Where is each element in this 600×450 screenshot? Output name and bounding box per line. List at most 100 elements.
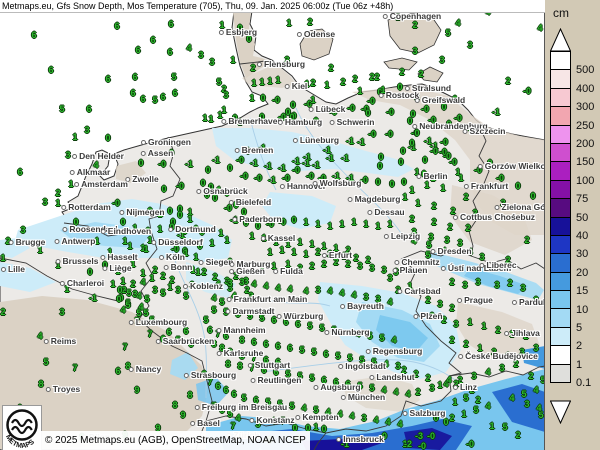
temp-value: 0 [87,267,92,277]
city-label: Lille [1,264,25,274]
temp-value: -1 [424,136,432,146]
temp-value: 6 [263,339,268,349]
city-label: Innsbruck [336,434,384,444]
legend-tick-label: 30 [576,248,588,260]
city-label: Berlin [416,171,447,181]
temp-value: 3 [439,55,444,65]
temp-value: 3 [65,150,70,160]
city-label: Zwolle [125,174,158,184]
city-label: Konstanz [249,415,294,425]
temp-value: 5 [502,422,507,432]
temp-value: 1 [291,247,296,257]
city-label: Freiburg im Breisgau [195,402,288,412]
legend-tick-label: 15 [576,285,588,297]
temp-value: 0 [530,191,535,201]
temp-value: 4 [393,387,398,397]
temp-value: 6 [135,45,140,55]
temp-value: -0 [254,173,262,183]
temp-value: -0 [418,441,426,450]
temp-value: 6 [160,92,165,102]
legend-color-box [550,88,571,107]
temp-value: 2 [309,261,314,271]
temp-value: 2 [431,217,436,227]
temp-value: 4 [455,18,460,28]
temp-value: 5 [311,347,316,357]
temp-value: -0 [443,151,451,161]
city-label: Charleroi [60,278,104,288]
temp-value: 6 [215,381,220,391]
temp-value: 7 [72,363,77,373]
city-label: Assen [141,148,174,158]
temp-value: 2 [250,63,255,73]
temp-value: 0 [177,210,182,220]
temp-value: 3 [361,413,366,423]
temp-value: 6 [48,65,53,75]
city-label: Dortmund [168,224,216,234]
legend-color-box [550,290,571,309]
legend-color-box [550,364,571,383]
temp-value: 0 [400,146,405,156]
legend-color-box [550,217,571,236]
temp-value: 3 [84,125,89,135]
attribution: © 2025 Metmaps.eu (AGB), OpenStreetMap, … [41,431,310,450]
temp-value: 1 [224,235,229,245]
temp-value: 1 [313,422,318,432]
temp-value: 0 [409,138,414,148]
temp-value: 2 [340,77,345,87]
temp-value: 3 [471,371,476,381]
temp-value: 4 [536,403,541,413]
temp-value: 6 [167,47,172,57]
temp-value: 1 [303,217,308,227]
temp-value: 2 [431,201,436,211]
temp-value: 4 [485,367,490,377]
temp-value: 0 [116,294,121,304]
temp-value: 6 [86,104,91,114]
temp-value: 6 [132,72,137,82]
city-label: Kiel [285,81,308,91]
temp-value: 0 [389,179,394,189]
temp-value: 1 [440,183,445,193]
city-label: Augsburg [313,382,360,392]
city-label: Plzeň [413,311,442,321]
temp-value: 5 [307,321,312,331]
metmaps-logo: METMAPS [2,405,42,450]
temp-value: 1 [195,267,200,277]
temp-value: 6 [223,385,228,395]
temp-value: 8 [172,400,177,410]
temp-value: -0 [466,439,474,449]
legend-color-box [550,345,571,364]
city-label: Düsseldorf [151,237,202,247]
temp-value: 1 [409,185,414,195]
city-label: Den Helder [72,151,124,161]
legend-color-box [550,180,571,199]
temp-value: 1 [122,236,127,246]
temp-value: 1 [267,76,272,86]
temp-value: 5 [126,288,131,298]
city-label: Ingolstadt [338,361,386,371]
temp-value: -0 [272,95,280,105]
temp-value: 0 [321,424,326,434]
temp-value: 5 [219,297,224,307]
city-label: Liège [102,263,131,273]
temp-value: 3 [42,197,47,207]
temp-value: -1 [326,153,334,163]
city-label: Gießen [229,266,265,276]
temp-value: 3 [239,277,244,287]
temp-value: 5 [152,95,157,105]
temp-value: -0 [440,137,448,147]
temp-value: 4 [537,23,542,33]
city-label: Prague [457,295,493,305]
city-label: Erfurt [322,250,352,260]
temp-value: 1 [286,18,291,28]
legend-tick-label: 400 [576,83,594,95]
city-label: Koblenz [183,281,223,291]
temp-value: 5 [473,405,478,415]
city-label: Reims [44,336,77,346]
temp-value: 1 [279,245,284,255]
temp-value: 1 [202,113,207,123]
temp-value: 3 [198,50,203,60]
city-label: Wolfsburg [313,178,362,188]
temp-value: 4 [339,288,344,298]
temp-value: 1 [327,221,332,231]
temp-value: 0 [227,163,232,173]
